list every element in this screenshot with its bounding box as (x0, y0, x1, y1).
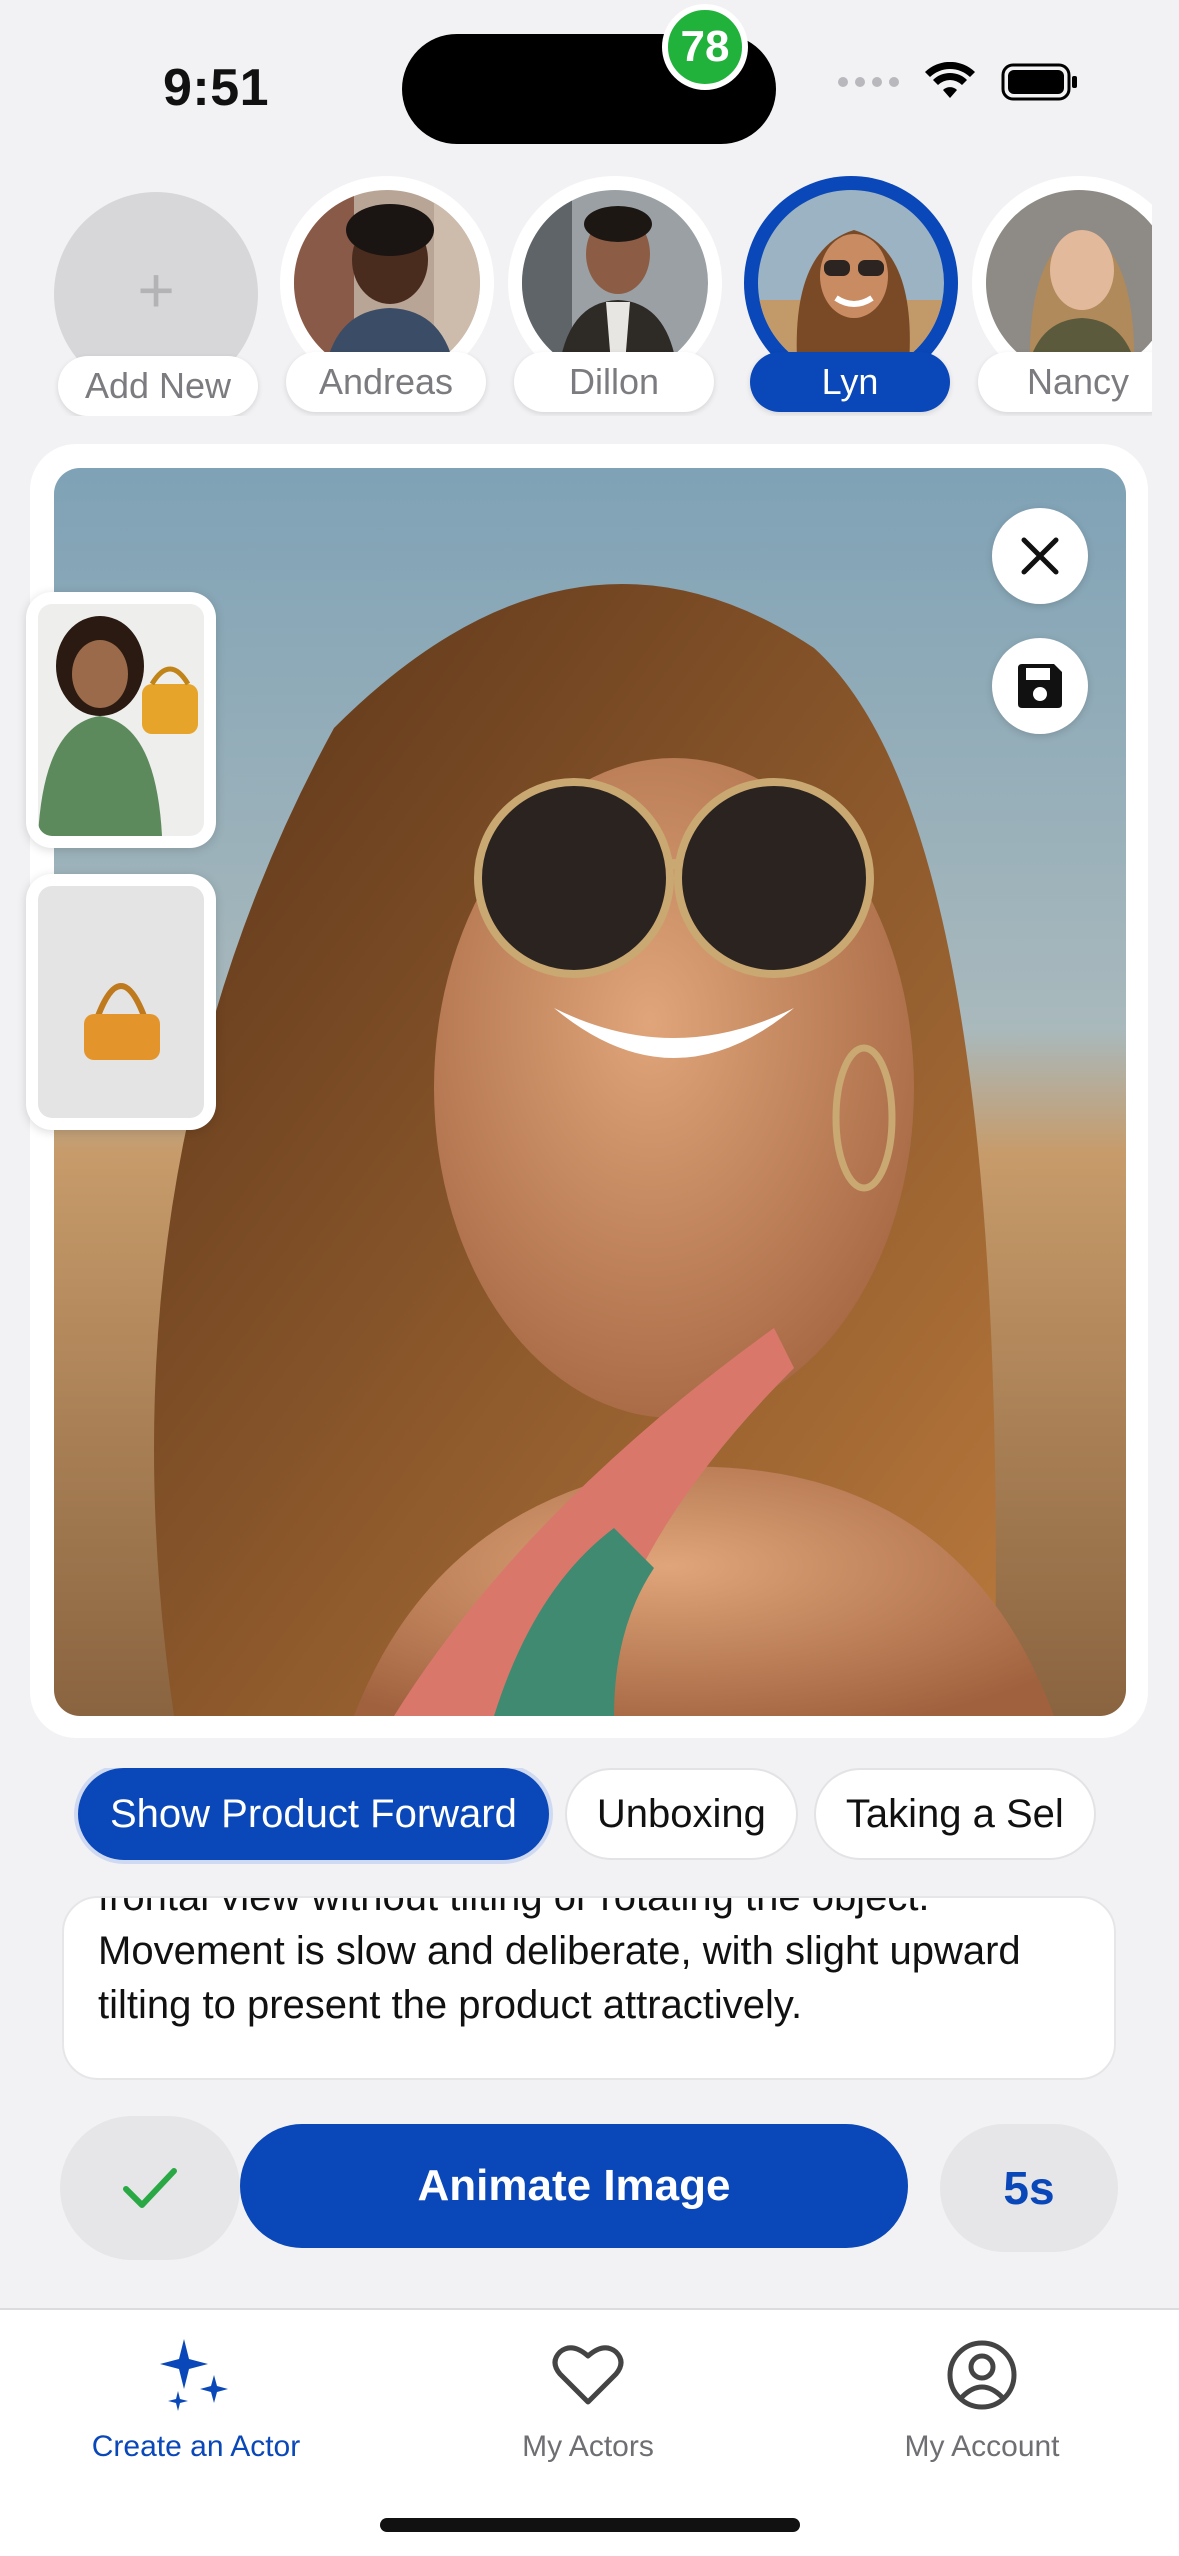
chip-taking-a-selfie[interactable]: Taking a Sel (813, 1768, 1096, 1860)
close-button[interactable] (992, 508, 1088, 604)
prompt-chips[interactable]: Show Product Forward Unboxing Taking a S… (56, 1768, 1120, 1864)
checkmark-icon (123, 2168, 177, 2208)
chip-show-product-forward[interactable]: Show Product Forward (78, 1768, 549, 1860)
reference-thumbnail-product[interactable] (26, 874, 216, 1130)
add-new-label: Add New (58, 356, 258, 416)
actor-lyn[interactable]: Lyn (744, 176, 958, 416)
reference-thumbnail-model[interactable] (26, 592, 216, 848)
actor-dillon[interactable]: Dillon (508, 176, 722, 416)
duration-button[interactable]: 5s (940, 2124, 1118, 2252)
avatar (294, 190, 480, 376)
actor-nancy[interactable]: Nancy (972, 176, 1152, 416)
person-circle-icon (947, 2340, 1017, 2410)
avatar (522, 190, 708, 376)
heart-icon (552, 2345, 624, 2405)
confirm-button[interactable] (60, 2116, 240, 2260)
tab-my-actors[interactable]: My Actors (438, 2334, 738, 2464)
actor-name: Dillon (514, 352, 714, 412)
prompt-description-text: frontal view without tilting or rotating… (98, 1896, 1021, 2027)
save-button[interactable] (992, 638, 1088, 734)
status-icons (838, 62, 1079, 102)
home-indicator[interactable] (380, 2518, 800, 2532)
status-time: 9:51 (163, 59, 270, 117)
cellular-signal-icon (838, 77, 899, 87)
actor-name: Andreas (286, 352, 486, 412)
tab-create-an-actor[interactable]: Create an Actor (46, 2334, 346, 2464)
chip-unboxing[interactable]: Unboxing (564, 1768, 798, 1860)
add-new-actor-button[interactable]: + Add New (52, 176, 266, 416)
avatar (758, 190, 944, 376)
tab-my-account[interactable]: My Account (832, 2334, 1132, 2464)
animate-image-button[interactable]: Animate Image (240, 2124, 908, 2248)
prompt-description-field[interactable]: frontal view without tilting or rotating… (62, 1896, 1116, 2080)
actor-name: Nancy (978, 352, 1152, 412)
actors-carousel[interactable]: + Add New Andreas Dillon Lyn Nancy (52, 176, 1152, 416)
sparkles-icon (160, 2339, 228, 2411)
floppy-disk-icon (1018, 664, 1062, 708)
tab-label: Create an Actor (91, 2430, 301, 2463)
battery-icon (1001, 63, 1077, 101)
tab-label: My Actors (522, 2430, 654, 2463)
actor-andreas[interactable]: Andreas (280, 176, 494, 416)
close-icon (1021, 537, 1059, 575)
wifi-icon (925, 62, 975, 98)
actor-name: Lyn (750, 352, 950, 412)
selected-actor-badge: 78 (662, 4, 748, 90)
tab-label: My Account (904, 2430, 1060, 2463)
